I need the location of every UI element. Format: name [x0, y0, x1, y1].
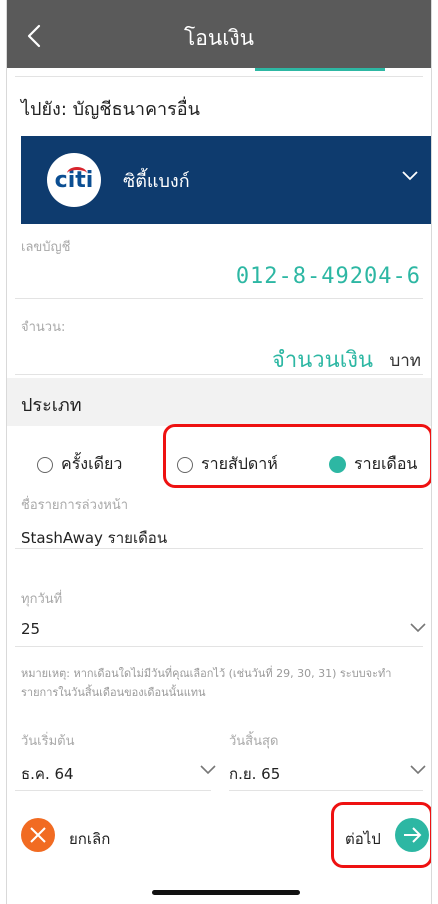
start-date-label: วันเริ่มต้น: [21, 734, 75, 749]
note-text: หมายเหตุ: หากเดือนใดไม่มีวันที่คุณเลือกไ…: [21, 667, 392, 699]
cancel-button[interactable]: [21, 818, 55, 852]
divider: [229, 790, 423, 791]
type-section-header: ประเภท: [7, 378, 431, 426]
end-date-select[interactable]: ก.ย. 65: [229, 762, 280, 786]
every-day-select[interactable]: 25: [21, 620, 40, 638]
divider: [15, 298, 423, 299]
radio-unchecked-icon: [37, 456, 53, 473]
top-bar: โอนเงิน: [7, 0, 431, 68]
divider: [15, 374, 423, 375]
bank-selector[interactable]: citi ซิตี้แบงก์: [21, 136, 431, 224]
destination-label: ไปยัง: บัญชีธนาคารอื่น: [21, 99, 200, 120]
citi-arc-icon: [67, 167, 87, 180]
start-date-select[interactable]: ธ.ค. 64: [21, 762, 74, 786]
bank-name: ซิตี้แบงก์: [123, 171, 190, 192]
page-title: โอนเงิน: [183, 26, 255, 50]
chevron-down-icon[interactable]: [199, 764, 217, 776]
cancel-label[interactable]: ยกเลิก: [69, 827, 110, 851]
chevron-down-icon[interactable]: [409, 622, 427, 634]
divider: [15, 76, 423, 77]
highlight-box: [163, 424, 431, 488]
every-day-label: ทุกวันที่: [21, 592, 63, 607]
divider: [15, 790, 211, 791]
account-label: เลขบัญชี: [21, 240, 71, 255]
divider: [15, 646, 423, 647]
account-number: 012-8-49204-6: [235, 264, 421, 289]
tab-indicator: [255, 68, 385, 71]
chevron-down-icon: [402, 171, 418, 181]
close-icon: [30, 827, 46, 843]
type-section-label: ประเภท: [21, 395, 82, 416]
schedule-name-label: ชื่อรายการล่วงหน้า: [21, 498, 129, 513]
home-indicator: [152, 890, 300, 895]
radio-once[interactable]: ครั้งเดียว: [37, 452, 122, 477]
schedule-name-field[interactable]: StashAway รายเดือน: [21, 526, 167, 550]
end-date-label: วันสิ้นสุด: [229, 734, 279, 749]
amount-input[interactable]: จำนวนเงิน: [272, 342, 373, 377]
citi-logo: citi: [47, 153, 101, 207]
highlight-box: [331, 802, 431, 868]
phone-screen: โอนเงิน ไปยัง: บัญชีธนาคารอื่น citi ซิตี…: [6, 0, 432, 904]
amount-unit: บาท: [389, 351, 421, 371]
divider: [15, 548, 423, 549]
radio-label: ครั้งเดียว: [61, 454, 123, 473]
chevron-down-icon[interactable]: [409, 764, 427, 776]
amount-label: จำนวน:: [21, 320, 66, 335]
